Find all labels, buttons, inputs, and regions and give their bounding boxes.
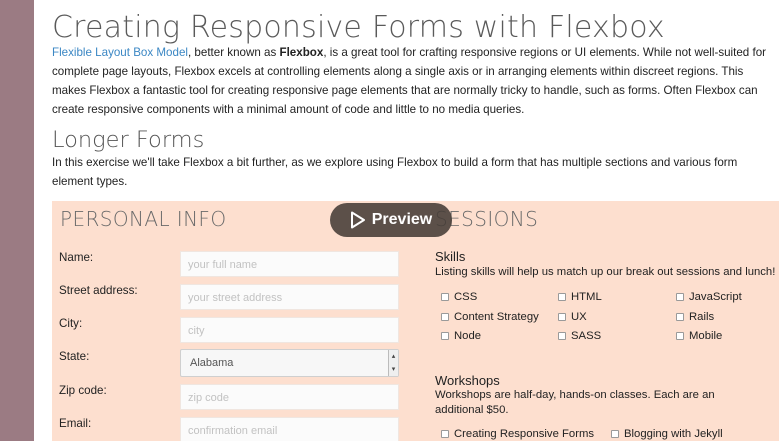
skill-label: Rails (689, 311, 715, 323)
checkbox-icon (558, 332, 566, 340)
city-input[interactable]: city (180, 317, 399, 343)
checkbox-icon (441, 313, 449, 321)
email-input[interactable]: confirmation email (180, 417, 399, 441)
skill-label: SASS (571, 330, 602, 342)
checkbox-icon (676, 313, 684, 321)
page-title: Creating Responsive Forms with Flexbox (52, 10, 665, 45)
flexbox-spec-link[interactable]: Flexible Layout Box Model (52, 46, 188, 59)
skill-label: CSS (454, 291, 478, 303)
skill-checkbox-html[interactable]: HTML (558, 291, 602, 303)
name-input[interactable]: your full name (180, 251, 399, 277)
state-label: State: (59, 350, 90, 363)
skill-checkbox-sass[interactable]: SASS (558, 330, 601, 342)
checkbox-icon (558, 313, 566, 321)
city-label: City: (59, 317, 83, 330)
checkbox-icon (441, 293, 449, 301)
zip-code-input[interactable]: zip code (180, 384, 399, 410)
skill-checkbox-mobile[interactable]: Mobile (676, 330, 722, 342)
skill-checkbox-content-strategy[interactable]: Content Strategy (441, 311, 539, 323)
intro-bold: Flexbox (279, 46, 324, 59)
skill-checkbox-javascript[interactable]: JavaScript (676, 291, 742, 303)
personal-info-heading: PERSONAL INFO (60, 207, 227, 231)
play-icon (350, 211, 365, 229)
checkbox-icon (441, 332, 449, 340)
workshop-checkbox-responsive-forms[interactable]: Creating Responsive Forms (441, 428, 594, 440)
workshop-checkbox-jekyll[interactable]: Blogging with Jekyll (611, 428, 723, 440)
checkbox-icon (676, 293, 684, 301)
select-arrows-icon: ▴ ▾ (388, 350, 398, 376)
form-demo-panel: PERSONAL INFO Name: your full name Stree… (52, 201, 779, 441)
skill-label: HTML (571, 291, 602, 303)
intro-text-1: , better known as (187, 46, 280, 59)
street-address-label: Street address: (59, 284, 138, 297)
checkbox-icon (611, 430, 619, 438)
zip-code-label: Zip code: (59, 384, 107, 397)
workshops-description: Workshops are half-day, hands-on classes… (435, 389, 715, 416)
skill-label: Content Strategy (454, 311, 539, 323)
skill-checkbox-rails[interactable]: Rails (676, 311, 714, 323)
workshops-title: Workshops (435, 373, 500, 388)
section-description: In this exercise we'll take Flexbox a bi… (52, 156, 738, 188)
checkbox-icon (441, 430, 449, 438)
preview-label: Preview (371, 211, 433, 228)
left-sidebar-strip (0, 0, 34, 441)
state-select-value: Alabama (190, 357, 234, 369)
skill-checkbox-css[interactable]: CSS (441, 291, 477, 303)
workshop-label: Blogging with Jekyll (624, 428, 723, 440)
skill-checkbox-ux[interactable]: UX (558, 311, 587, 323)
preview-button[interactable]: Preview (330, 203, 452, 237)
state-select[interactable]: Alabama ▴ ▾ (180, 349, 399, 377)
section-title: Longer Forms (52, 127, 205, 153)
personal-info-section: PERSONAL INFO Name: your full name Stree… (52, 201, 424, 441)
skill-label: UX (571, 311, 587, 323)
skills-description: Listing skills will help us match up our… (435, 266, 776, 278)
skills-title: Skills (435, 249, 466, 264)
name-label: Name: (59, 251, 94, 264)
street-address-input[interactable]: your street address (180, 284, 399, 310)
checkbox-icon (558, 293, 566, 301)
sessions-section: SESSIONS Skills Listing skills will help… (430, 201, 779, 441)
intro-paragraph: Flexible Layout Box Model, better known … (52, 43, 774, 119)
skill-label: Mobile (689, 330, 723, 342)
workshop-label: Creating Responsive Forms (454, 428, 595, 440)
skill-label: Node (454, 330, 482, 342)
skill-label: JavaScript (689, 291, 742, 303)
email-label: Email: (59, 417, 92, 430)
skill-checkbox-node[interactable]: Node (441, 330, 481, 342)
checkbox-icon (676, 332, 684, 340)
